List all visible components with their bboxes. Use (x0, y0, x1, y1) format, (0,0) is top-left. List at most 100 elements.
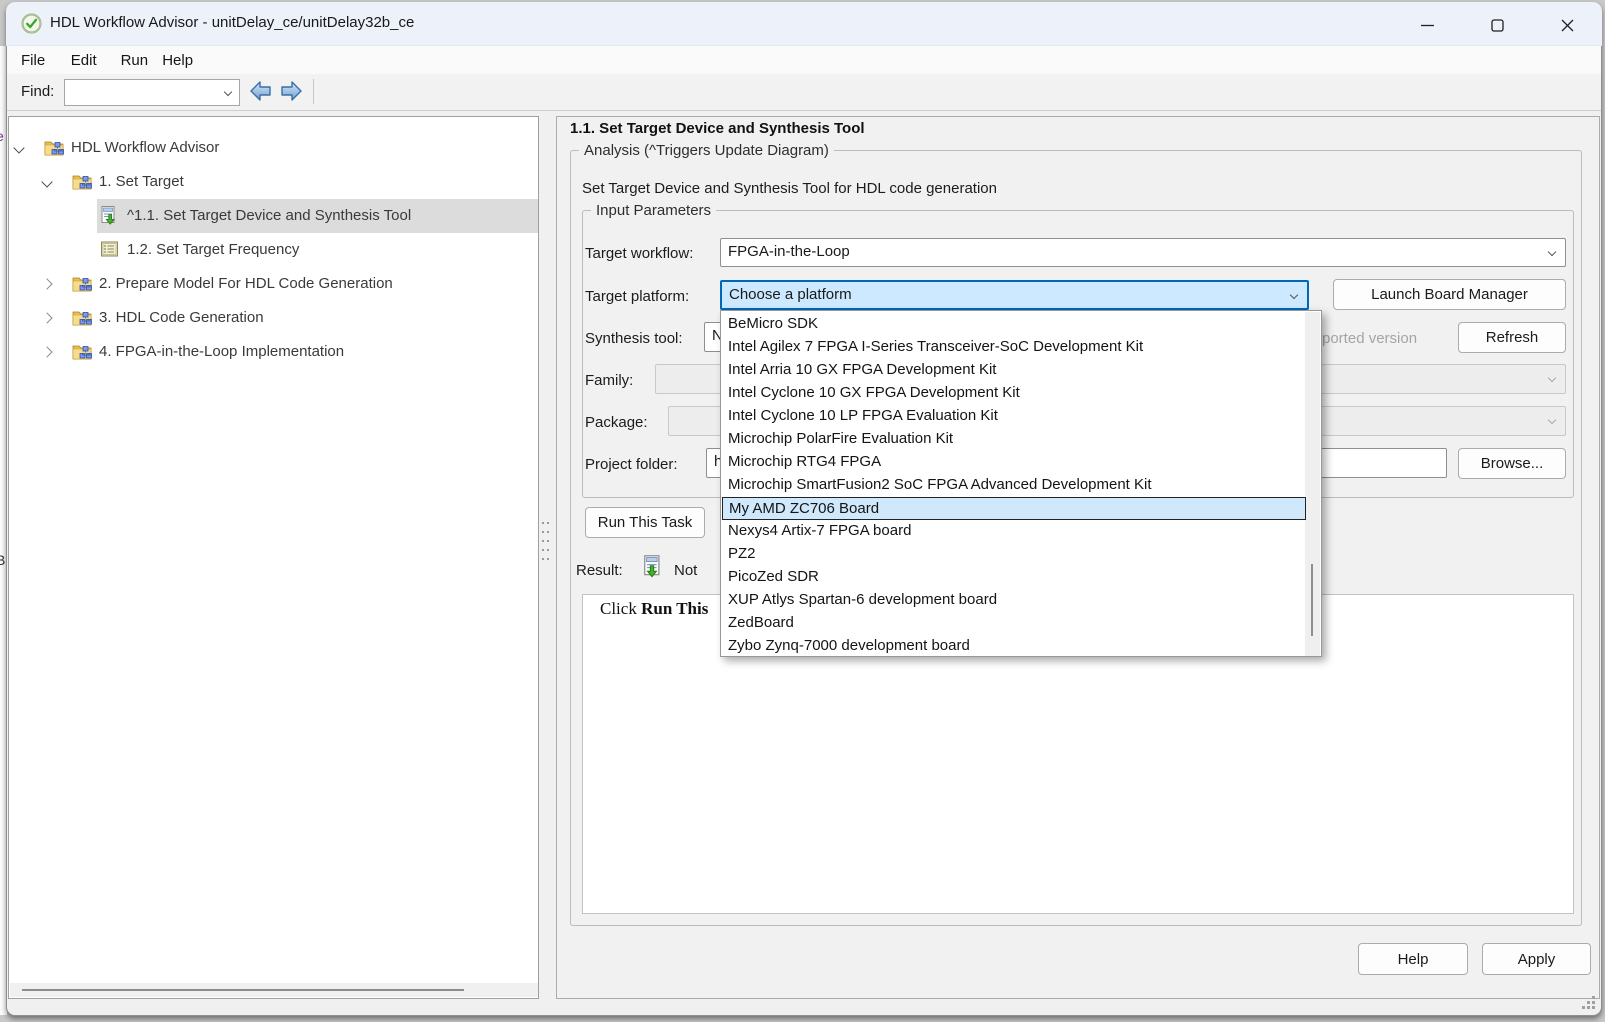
chevron-right-icon[interactable] (41, 312, 52, 323)
instruction-prefix: Click (600, 599, 641, 618)
background-glyph-bottom: B (0, 552, 5, 568)
tree-horizontal-scrollbar[interactable] (10, 983, 539, 997)
platform-option[interactable]: ZedBoard (722, 612, 1306, 635)
chevron-down-icon (1548, 416, 1556, 424)
menu-bar: File Edit RunHelp (7, 46, 1601, 74)
tree-scrollbar-thumb[interactable] (22, 989, 464, 991)
chevron-down-icon[interactable] (224, 88, 232, 96)
maximize-button[interactable] (1474, 9, 1520, 41)
find-input[interactable] (64, 79, 240, 106)
project-folder-label: Project folder: (585, 456, 678, 473)
platform-option[interactable]: Nexys4 Artix-7 FPGA board (722, 520, 1306, 543)
tree-item[interactable]: 1.2. Set Target Frequency (9, 233, 538, 267)
platform-option[interactable]: Intel Arria 10 GX FPGA Development Kit (722, 359, 1306, 382)
minimize-button[interactable] (1404, 9, 1450, 41)
platform-option[interactable]: Microchip PolarFire Evaluation Kit (722, 428, 1306, 451)
task-icon (99, 205, 121, 227)
menu-file[interactable]: File (15, 50, 51, 71)
platform-dropdown-list: BeMicro SDKIntel Agilex 7 FPGA I-Series … (720, 310, 1322, 657)
tree-item-label: 1.2. Set Target Frequency (127, 241, 299, 258)
workflow-folder-icon (71, 341, 93, 363)
tree-item-label: 1. Set Target (99, 173, 184, 190)
instruction-run-this: Run This (641, 599, 708, 618)
dropdown-scrollbar-thumb[interactable] (1311, 564, 1313, 636)
green-check-icon (21, 13, 42, 34)
synthesis-tool-label: Synthesis tool: (585, 330, 683, 347)
chevron-down-icon[interactable] (41, 176, 52, 187)
toolbar-separator (313, 79, 314, 104)
refresh-button[interactable]: Refresh (1458, 322, 1566, 353)
close-icon (1561, 19, 1574, 32)
platform-option[interactable]: PicoZed SDR (722, 566, 1306, 589)
find-toolbar: Find: (7, 74, 1601, 111)
target-platform-select[interactable]: Choose a platform (720, 280, 1309, 310)
arrow-right-icon (282, 82, 301, 100)
menu-help[interactable]: Help (156, 50, 199, 71)
platform-option[interactable]: Microchip RTG4 FPGA (722, 451, 1306, 474)
menu-run[interactable]: Run (115, 50, 155, 71)
close-button[interactable] (1544, 9, 1590, 41)
result-label: Result: (576, 562, 623, 579)
platform-option[interactable]: Intel Agilex 7 FPGA I-Series Transceiver… (722, 336, 1306, 359)
panel-splitter[interactable] (539, 116, 556, 999)
platform-option[interactable]: My AMD ZC706 Board (722, 497, 1306, 520)
target-platform-value: Choose a platform (729, 286, 852, 303)
platform-option[interactable]: Microchip SmartFusion2 SoC FPGA Advanced… (722, 474, 1306, 497)
platform-option[interactable]: XUP Atlys Spartan-6 development board (722, 589, 1306, 612)
platform-option[interactable]: BeMicro SDK (722, 313, 1306, 336)
platform-option[interactable]: Intel Cyclone 10 LP FPGA Evaluation Kit (722, 405, 1306, 428)
background-glyph-top: e (0, 128, 4, 144)
tree-item[interactable]: 3. HDL Code Generation (9, 301, 538, 335)
target-workflow-label: Target workflow: (585, 245, 693, 262)
workflow-folder-icon (71, 307, 93, 329)
tree-item[interactable]: 4. FPGA-in-the-Loop Implementation (9, 335, 538, 369)
tree-item[interactable]: HDL Workflow Advisor (9, 131, 538, 165)
tree-item[interactable]: ^1.1. Set Target Device and Synthesis To… (9, 199, 538, 233)
tree-item[interactable]: 2. Prepare Model For HDL Code Generation (9, 267, 538, 301)
chevron-right-icon[interactable] (41, 278, 52, 289)
menu-edit[interactable]: Edit (65, 50, 103, 71)
browse-button[interactable]: Browse... (1458, 448, 1566, 479)
apply-button[interactable]: Apply (1482, 943, 1591, 975)
target-workflow-select[interactable]: FPGA-in-the-Loop (720, 238, 1566, 267)
maximize-icon (1491, 19, 1504, 32)
target-platform-label: Target platform: (585, 288, 689, 305)
tree-item-label: 2. Prepare Model For HDL Code Generation (99, 275, 393, 292)
run-this-task-button[interactable]: Run This Task (585, 507, 705, 538)
package-label: Package: (585, 414, 648, 431)
find-next-button[interactable] (278, 79, 304, 103)
window-title: HDL Workflow Advisor - unitDelay_ce/unit… (50, 14, 414, 31)
workflow-folder-icon (71, 171, 93, 193)
chevron-down-icon (1290, 291, 1298, 299)
chevron-right-icon[interactable] (41, 346, 52, 357)
minimize-icon (1421, 19, 1434, 32)
dropdown-scrollbar[interactable] (1305, 312, 1320, 656)
target-workflow-value: FPGA-in-the-Loop (728, 243, 850, 260)
arrow-left-icon (251, 82, 270, 100)
help-button[interactable]: Help (1358, 943, 1468, 975)
workflow-folder-icon (43, 137, 65, 159)
report-icon (99, 239, 121, 261)
chevron-down-icon (1548, 248, 1556, 256)
tree-item[interactable]: 1. Set Target (9, 165, 538, 199)
launch-board-manager-button[interactable]: Launch Board Manager (1333, 279, 1566, 310)
task-heading: 1.1. Set Target Device and Synthesis Too… (570, 120, 865, 137)
task-instruction: Click Run This (600, 599, 721, 623)
find-previous-button[interactable] (248, 79, 274, 103)
find-label: Find: (21, 83, 54, 100)
result-value: Not (674, 562, 697, 579)
title-bar: HDL Workflow Advisor - unitDelay_ce/unit… (6, 2, 1602, 46)
platform-option[interactable]: Intel Cyclone 10 GX FPGA Development Kit (722, 382, 1306, 405)
chevron-down-icon[interactable] (13, 142, 24, 153)
task-description: Set Target Device and Synthesis Tool for… (582, 180, 997, 197)
platform-option[interactable]: PZ2 (722, 543, 1306, 566)
tree-item-label: HDL Workflow Advisor (71, 139, 219, 156)
workflow-folder-icon (71, 273, 93, 295)
result-task-icon (640, 554, 666, 580)
analysis-group-label: Analysis (^Triggers Update Diagram) (579, 142, 834, 159)
tree-item-label: 4. FPGA-in-the-Loop Implementation (99, 343, 344, 360)
family-label: Family: (585, 372, 633, 389)
tree-item-label: ^1.1. Set Target Device and Synthesis To… (127, 207, 411, 224)
workflow-tree: HDL Workflow Advisor 1. Set Target ^1.1. S… (8, 116, 539, 999)
platform-option[interactable]: Zybo Zynq-7000 development board (722, 635, 1306, 658)
